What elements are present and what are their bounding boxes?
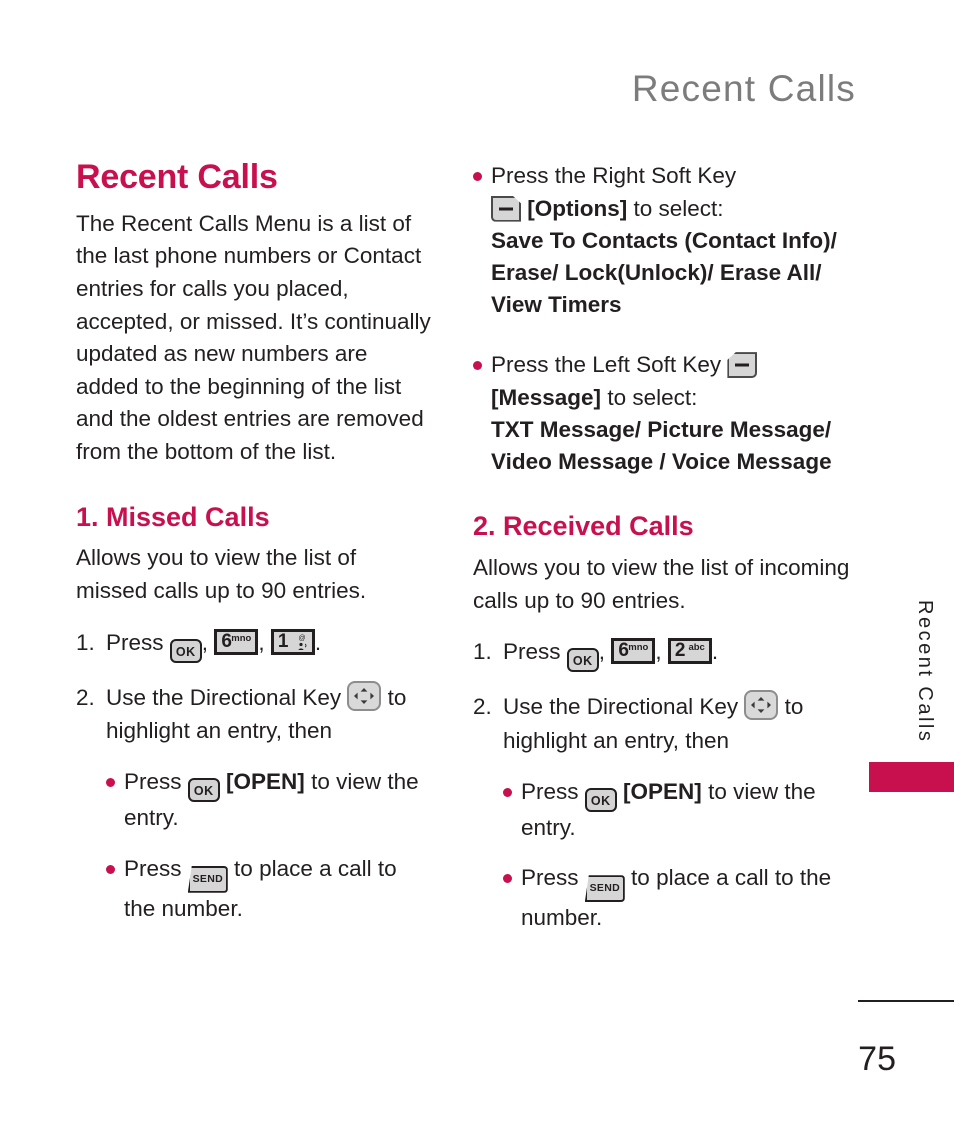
footer-rule: [858, 1000, 954, 1002]
bullet-bracket-label: [Message]: [491, 384, 602, 410]
received-calls-step-2: 2. Use the Directional Key to highlight …: [473, 690, 868, 758]
left-soft-key-icon: [727, 352, 758, 379]
bullet-bracket-label: [OPEN]: [623, 778, 702, 804]
directional-key-icon: [744, 690, 779, 721]
step-press-label: Press: [503, 639, 561, 665]
page-title: Recent Calls: [76, 158, 278, 196]
missed-calls-step-1: 1. Press OK, 6 mno , 1 @ .: [76, 626, 431, 663]
bullet-press-label: Press: [124, 769, 182, 795]
bullet-left-soft-key: Press the Left Soft Key [Message] to sel…: [473, 349, 868, 478]
num-key-1-icon: 1 @: [270, 628, 315, 655]
running-header: Recent Calls: [631, 68, 856, 109]
options-list-message: TXT Message/ Picture Message/ Video Mess…: [491, 417, 832, 475]
bullet-bracket-label: [Options]: [527, 195, 628, 221]
right-soft-key-icon: [491, 195, 521, 222]
received-calls-description: Allows you to view the list of incoming …: [473, 554, 850, 613]
send-key-icon: SEND: [584, 875, 625, 903]
bullet-press-label: Press: [521, 778, 579, 804]
missed-calls-description: Allows you to view the list of missed ca…: [76, 545, 367, 603]
bullet-text-before: Press the Left Soft Key: [491, 352, 722, 378]
step-number: 1.: [473, 639, 492, 665]
received-calls-step-1: 1. Press OK, 6 mno , 2 abc .: [473, 635, 868, 673]
subsection-missed-calls-title: 1. Missed Calls: [76, 501, 270, 532]
left-column: Recent Calls The Recent Calls Menu is a …: [76, 158, 431, 935]
side-tab-marker: [869, 762, 954, 792]
ok-key-icon: OK: [584, 787, 617, 812]
missed-calls-bullet-open: Press OK [OPEN] to view the entry.: [106, 766, 431, 835]
page-number: 75: [858, 1040, 896, 1078]
right-column: Press the Right Soft Key [Options] to se…: [473, 160, 868, 935]
missed-calls-step-2: 2. Use the Directional Key to highlight …: [76, 680, 431, 749]
bullet-text-after: to select:: [607, 384, 698, 410]
num-key-6-icon: 6 mno: [611, 638, 656, 665]
bullet-text-before: Press the Right Soft Key: [491, 163, 737, 188]
step-number: 1.: [76, 629, 95, 655]
bullet-text-after: to select:: [633, 195, 724, 221]
step-press-label: Press: [106, 629, 164, 655]
received-calls-bullet-open: Press OK [OPEN] to view the entry.: [503, 776, 868, 845]
step-number: 2.: [473, 694, 492, 720]
subsection-received-calls-title: 2. Received Calls: [473, 511, 694, 542]
side-tab-label: Recent Calls: [914, 600, 936, 744]
voicemail-glyph-icon: @: [295, 633, 309, 653]
intro-paragraph: The Recent Calls Menu is a list of the l…: [76, 210, 431, 465]
step-text-before: Use the Directional Key: [503, 694, 739, 720]
bullet-press-label: Press: [124, 855, 182, 881]
ok-key-icon: OK: [187, 778, 220, 803]
key-separator: ,: [201, 629, 209, 655]
key-separator: ,: [258, 629, 265, 655]
key-separator: ,: [598, 639, 606, 665]
num-key-6-icon: 6 mno: [214, 628, 259, 655]
num-key-1-digit: 1: [277, 630, 289, 652]
ok-key-icon: OK: [169, 638, 202, 663]
bullet-press-label: Press: [521, 865, 579, 891]
num-key-2-sub: abc: [688, 642, 705, 654]
bullet-right-soft-key: Press the Right Soft Key [Options] to se…: [473, 160, 868, 321]
step-terminator: .: [711, 639, 719, 665]
num-key-2-icon: 2 abc: [667, 638, 712, 665]
bullet-bracket-label: [OPEN]: [226, 769, 305, 795]
options-list-recent-calls: Save To Contacts (Contact Info)/ Erase/ …: [491, 228, 837, 318]
step-text-before: Use the Directional Key: [106, 684, 342, 710]
num-key-6-sub: mno: [231, 632, 252, 644]
key-separator: ,: [655, 639, 662, 665]
send-key-icon: SEND: [187, 865, 228, 893]
num-key-2-digit: 2: [674, 640, 686, 662]
received-calls-bullet-send: Press SEND to place a call to the number…: [503, 862, 868, 935]
num-key-6-sub: mno: [628, 642, 649, 654]
page-columns: Recent Calls The Recent Calls Menu is a …: [76, 158, 876, 935]
svg-text:@: @: [298, 635, 305, 642]
missed-calls-bullet-send: Press SEND to place a call to the number…: [106, 853, 431, 926]
step-terminator: .: [314, 629, 322, 655]
step-number: 2.: [76, 684, 95, 710]
ok-key-icon: OK: [566, 648, 599, 673]
directional-key-icon: [347, 680, 382, 711]
